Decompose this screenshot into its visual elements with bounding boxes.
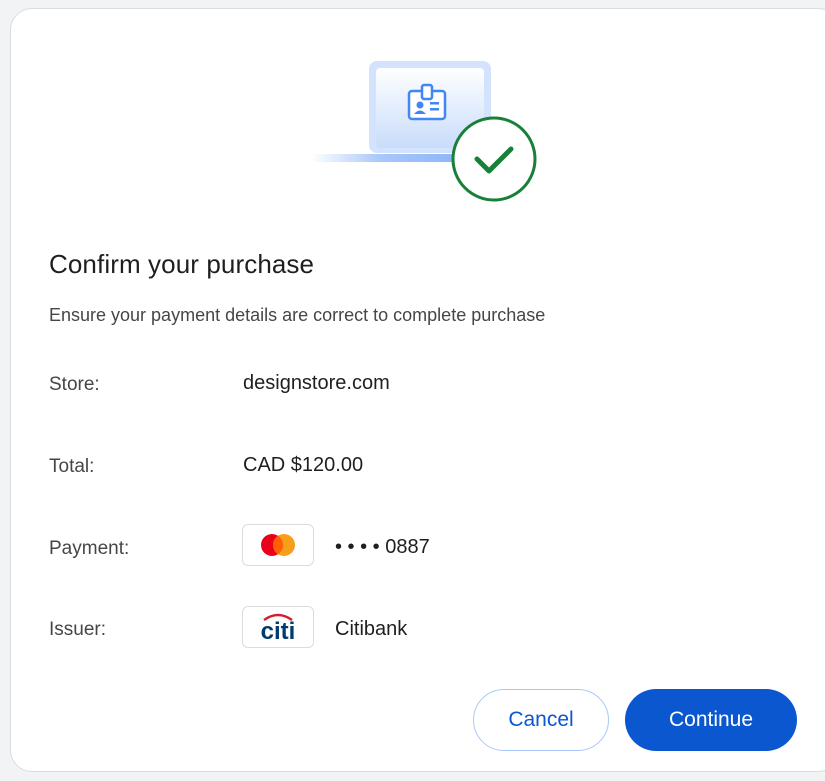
dialog-title: Confirm your purchase <box>49 249 315 279</box>
store-value: designstore.com <box>243 372 390 394</box>
dialog-description: Ensure your payment details are correct … <box>49 305 546 325</box>
store-label: Store: <box>49 374 100 395</box>
mastercard-icon <box>242 524 314 566</box>
confirm-purchase-dialog: Confirm your purchase Ensure your paymen… <box>10 8 825 772</box>
issuer-label: Issuer: <box>49 619 107 640</box>
issuer-value: Citibank <box>335 618 408 640</box>
total-value: CAD $120.00 <box>243 454 364 476</box>
citi-logo-icon: citi <box>242 606 314 648</box>
citi-logo-text: citi <box>261 618 296 642</box>
continue-button[interactable]: Continue <box>625 689 797 751</box>
cancel-button[interactable]: Cancel <box>473 689 609 751</box>
total-label: Total: <box>49 456 95 477</box>
payment-label: Payment: <box>49 538 130 559</box>
purchase-illustration-icon <box>311 59 551 209</box>
card-last-digits: • • • • 0887 <box>335 536 430 558</box>
